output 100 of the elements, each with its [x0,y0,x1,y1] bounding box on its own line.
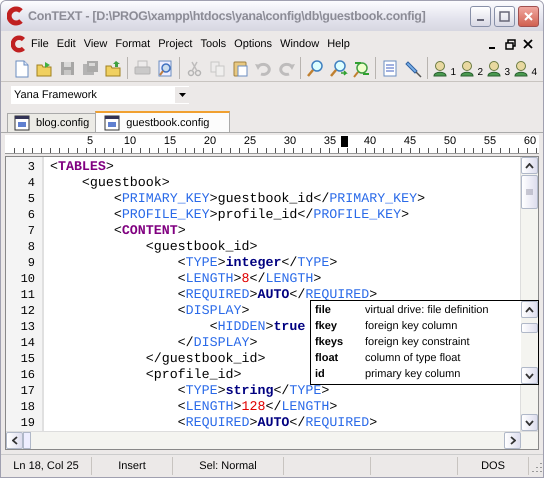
user-button[interactable]: 2 [459,57,483,79]
completion-description: virtual drive: file definition [365,303,489,318]
ruler-number: 55 [482,135,498,149]
code-line: <profile_id> [144,367,242,383]
status-text: Insert [92,457,173,475]
code-line: <guestbook_id> [144,239,258,255]
paste-icon [230,58,250,78]
line-number: 17 [20,383,36,399]
line-number: 15 [20,351,36,367]
scroll-right-button[interactable] [504,432,521,449]
menu-item[interactable]: Project [154,36,196,52]
saveall-icon [80,58,100,78]
scrollbar-thumb[interactable] [521,175,538,209]
doclist-icon [380,58,400,78]
line-number: 14 [20,335,36,351]
ruler-number: 15 [162,135,178,149]
find-icon [306,58,324,78]
preview-icon [156,58,174,78]
code-line: <HIDDEN>true [208,319,306,335]
menu-item[interactable]: Format [111,36,154,52]
pin-icon [404,58,422,78]
completion-word[interactable]: id [315,366,365,382]
code-line: <CONTENT> [112,223,186,239]
project-dropdown[interactable]: Yana Framework [11,86,189,104]
completion-description: primary key column [365,367,460,382]
line-number: 19 [20,415,36,431]
minimize-icon [477,19,484,21]
code-line: </DISPLAY> [176,335,258,351]
scrollbar-thumb[interactable] [521,322,538,332]
line-number: 6 [26,207,36,223]
line-number: 10 [20,271,36,287]
code-line: <REQUIRED>AUTO</REQUIRED> [176,287,378,303]
close-icon [523,10,534,22]
line-number: 4 [26,175,36,191]
folder-icon [104,58,122,78]
ruler-number: 35 [310,135,350,153]
user-button[interactable]: 1 [432,57,456,79]
ruler-number: 5 [86,135,94,149]
menu-item[interactable]: Help [323,36,354,52]
menu-item[interactable]: Window [276,36,324,52]
completion-description: column of type float [365,351,460,366]
code-line: <REQUIRED>AUTO</REQUIRED> [176,415,378,431]
scroll-down-button[interactable] [521,414,538,431]
ruler-number: 45 [402,135,418,149]
line-number: 8 [26,239,36,255]
file-tab[interactable]: blog.config [7,113,96,132]
scrollbar-thumb[interactable] [23,432,31,449]
completion-word[interactable]: float [315,350,365,366]
code-line: <LENGTH>8</LENGTH> [176,271,322,287]
code-line: <LENGTH>128</LENGTH> [176,399,338,415]
code-line: <TYPE>string</TYPE> [176,383,330,399]
line-number: 13 [20,319,36,335]
line-number: 7 [26,223,36,239]
user-button[interactable]: 4 [513,57,537,79]
app-logo-icon [11,35,27,53]
menu-item[interactable]: File [27,36,53,52]
line-number: 3 [26,159,36,175]
app-logo-icon [7,6,25,26]
ruler-number: 30 [282,135,298,149]
menu-item[interactable]: Edit [52,36,80,52]
user-button[interactable]: 3 [486,57,510,79]
completion-description: foreign key column [365,319,458,334]
document-icon [104,114,120,130]
ruler-number: 60 [522,135,538,149]
close-icon [523,39,533,49]
scroll-left-button[interactable] [6,432,23,449]
line-number: 11 [20,287,36,303]
ruler-number: 25 [242,135,258,149]
scroll-up-button[interactable] [521,157,538,174]
file-tab[interactable]: guestbook.config [95,111,230,132]
completion-word[interactable]: fkey [315,318,365,334]
line-number: 9 [26,255,36,271]
maximize-icon [499,10,510,22]
line-number: 16 [20,367,36,383]
code-line: <DISPLAY> [176,303,250,319]
completion-word[interactable]: fkeys [315,334,365,350]
code-line: <TABLES> [50,159,114,175]
ruler-number: 10 [122,135,138,149]
ruler-number: 50 [442,135,458,149]
menu-item[interactable]: Tools [196,36,230,52]
scroll-down-button[interactable] [521,367,538,384]
code-line: </guestbook_id> [144,351,266,367]
caret-icon [178,93,186,97]
copy-icon [208,58,226,78]
status-text: Ln 18, Col 25 [1,457,92,475]
window-title: ConTEXT - [D:\PROG\xampp\htdocs\yana\config\db\guestbook.config] [28,9,426,23]
code-line: <TYPE>integer</TYPE> [176,255,338,271]
menu-item[interactable]: Options [230,36,276,52]
line-number: 12 [20,303,36,319]
completion-word[interactable]: file [315,302,365,318]
code-line: <PRIMARY_KEY>guestbook_id</PRIMARY_KEY> [112,191,426,207]
restore-icon [504,38,516,50]
findnext-icon [328,58,348,78]
maximize-button[interactable] [494,6,515,26]
scroll-up-button[interactable] [521,301,538,318]
menu-item[interactable]: View [80,36,112,52]
status-text: DOS [458,457,529,475]
line-number: 18 [20,399,36,415]
document-icon [14,115,30,131]
line-number: 5 [26,191,36,207]
